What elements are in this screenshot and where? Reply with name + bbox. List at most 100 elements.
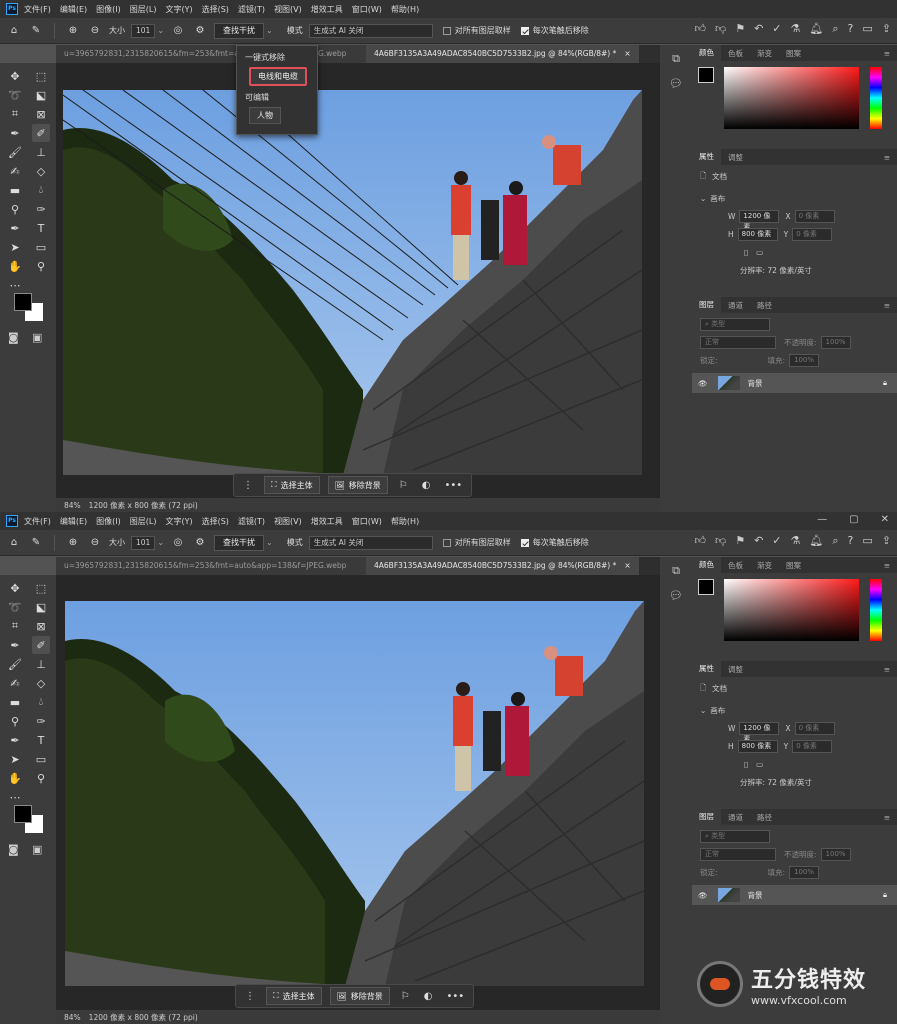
menu-plugins[interactable]: 增效工具 — [311, 4, 343, 15]
confirm-icon[interactable]: ✓ — [772, 534, 781, 548]
fg-color-chip[interactable] — [698, 579, 714, 595]
flag-icon[interactable]: ⚑ — [735, 534, 745, 548]
dodge-tool-icon[interactable]: ⚲ — [6, 200, 24, 218]
width-field[interactable]: 1200 像素 — [739, 721, 780, 743]
tab-color[interactable]: 颜色 — [692, 45, 721, 61]
pressure-icon[interactable]: ◎ — [170, 535, 186, 551]
stamp-tool-icon[interactable]: ⊥ — [32, 655, 50, 673]
tab-jpg[interactable]: 4A6BF3135A3A49ADAC8540BC5D7533B2.jpg @ 8… — [366, 45, 639, 63]
x-field[interactable]: 0 像素 — [794, 721, 835, 735]
find-distractions-button[interactable]: 查找干扰 — [214, 534, 265, 551]
object-select-icon[interactable]: ⬕ — [32, 598, 50, 616]
help-icon[interactable]: ? — [848, 534, 854, 548]
layer-kind-filter[interactable]: ⌕ 类型 — [700, 317, 770, 331]
undo-icon[interactable]: ↶ — [754, 534, 763, 548]
gear-icon[interactable]: ⚙ — [192, 23, 208, 39]
height-field[interactable]: 800 像素 — [737, 227, 778, 241]
thumbs-down-icon[interactable]: 👎︎ — [715, 534, 726, 548]
panel-menu-icon[interactable]: ≡ — [877, 153, 897, 162]
gradient-tool-icon[interactable]: ▬ — [6, 181, 24, 199]
select-subject-button[interactable]: ⛶ 选择主体 — [266, 987, 322, 1005]
drag-handle-icon[interactable]: ⋮ — [242, 991, 258, 1002]
remove-tool-icon[interactable]: ✎ — [28, 23, 44, 39]
blend-mode-select[interactable]: 正常 — [700, 335, 776, 349]
quick-mask-icon[interactable]: ◙ — [8, 331, 19, 344]
blend-mode-select[interactable]: 正常 — [700, 847, 776, 861]
undo-icon[interactable]: ↶ — [754, 22, 763, 36]
flask-icon[interactable]: ⚗ — [791, 534, 801, 548]
chevron-down-icon[interactable]: ⌄ — [157, 22, 164, 40]
comments-icon[interactable]: 💬︎ — [666, 73, 686, 93]
remove-tool-icon[interactable]: ✐ — [32, 636, 50, 654]
home-icon[interactable]: ⌂ — [6, 535, 22, 551]
sample-all-checkbox[interactable] — [442, 26, 451, 35]
width-field[interactable]: 1200 像素 — [739, 209, 780, 231]
tab-layers[interactable]: 图层 — [692, 809, 721, 825]
layer-row-background[interactable]: 👁︎ 背景 🔒︎ — [692, 373, 897, 393]
remove-background-button[interactable]: 🖼︎ 移除背景 — [329, 987, 390, 1005]
menu-filter[interactable]: 滤镜(T) — [238, 516, 265, 527]
chevron-down-icon[interactable]: ⌄ — [266, 534, 273, 552]
x-field[interactable]: 0 像素 — [794, 209, 835, 223]
zoom-level[interactable]: 84% — [64, 1013, 81, 1022]
tab-swatches[interactable]: 色板 — [721, 48, 750, 59]
brush-tool-icon[interactable]: 🖌︎ — [6, 655, 24, 673]
thumbs-up-icon[interactable]: 👍︎ — [695, 22, 707, 36]
zoom-tool-icon[interactable]: ⚲ — [32, 257, 50, 275]
menu-image[interactable]: 图像(I) — [96, 4, 121, 15]
workspace-icon[interactable]: ▭ — [862, 534, 872, 548]
eyedropper-icon[interactable]: ✒ — [6, 124, 24, 142]
menu-view[interactable]: 视图(V) — [274, 516, 302, 527]
hand-tool-icon[interactable]: ✋ — [6, 257, 24, 275]
bell-icon[interactable]: 🔔︎ — [809, 22, 823, 36]
menu-file[interactable]: 文件(F) — [24, 516, 51, 527]
y-field[interactable]: 0 像素 — [792, 227, 833, 241]
close-icon[interactable]: ✕ — [881, 514, 889, 525]
pressure-icon[interactable]: ◎ — [170, 23, 186, 39]
path-select-icon[interactable]: ➤ — [6, 750, 24, 768]
flask-icon[interactable]: ⚗ — [791, 22, 801, 36]
portrait-icon[interactable]: ▯ — [744, 248, 748, 257]
blur-tool-icon[interactable]: 💧︎ — [32, 181, 50, 199]
foreground-color-swatch[interactable] — [14, 805, 32, 823]
screen-mode-icon[interactable]: ▣ — [32, 843, 42, 856]
shape-tool-icon[interactable]: ▭ — [32, 238, 50, 256]
lasso-tool-icon[interactable]: ➰ — [6, 86, 24, 104]
frame-tool-icon[interactable]: ⊠ — [32, 617, 50, 635]
menu-help[interactable]: 帮助(H) — [391, 4, 419, 15]
eye-icon[interactable]: 👁︎ — [698, 891, 708, 900]
search-icon[interactable]: ⌕ — [832, 534, 838, 548]
add-mode-icon[interactable]: ⊕ — [65, 535, 81, 551]
menu-image[interactable]: 图像(I) — [96, 516, 121, 527]
confirm-icon[interactable]: ✓ — [772, 22, 781, 36]
menu-filter[interactable]: 滤镜(T) — [238, 4, 265, 15]
saturation-field[interactable] — [724, 579, 859, 641]
menu-file[interactable]: 文件(F) — [24, 4, 51, 15]
type-tool-icon[interactable]: T — [32, 219, 50, 237]
hue-slider[interactable] — [870, 579, 882, 641]
eyedropper-icon[interactable]: ✒ — [6, 636, 24, 654]
more-options-icon[interactable]: ••• — [441, 480, 465, 491]
y-field[interactable]: 0 像素 — [792, 739, 833, 753]
pin-icon[interactable]: ⚐ — [398, 991, 413, 1002]
panel-menu-icon[interactable]: ≡ — [877, 813, 897, 822]
eraser-tool-icon[interactable]: ◇ — [32, 674, 50, 692]
landscape-icon[interactable]: ▭ — [756, 248, 763, 257]
tab-gradients[interactable]: 渐变 — [750, 560, 779, 571]
tab-swatches[interactable]: 色板 — [721, 560, 750, 571]
chevron-down-icon[interactable]: ⌄ — [700, 706, 706, 715]
select-subject-button[interactable]: ⛶ 选择主体 — [264, 476, 320, 494]
drag-handle-icon[interactable]: ⋮ — [240, 480, 256, 491]
contrast-icon[interactable]: ◐ — [421, 991, 436, 1002]
tab-webp[interactable]: u=3965792831,2315820615&fm=253&fmt=auto&… — [56, 557, 366, 575]
gear-icon[interactable]: ⚙ — [192, 535, 208, 551]
menu-window[interactable]: 窗口(W) — [352, 4, 382, 15]
frame-tool-icon[interactable]: ⊠ — [32, 105, 50, 123]
wires-cables-option[interactable]: 电线和电缆 — [249, 67, 307, 86]
menu-select[interactable]: 选择(S) — [202, 516, 229, 527]
menu-view[interactable]: 视图(V) — [274, 4, 302, 15]
panel-menu-icon[interactable]: ≡ — [877, 665, 897, 674]
chevron-down-icon[interactable]: ⌄ — [157, 534, 164, 552]
menu-edit[interactable]: 编辑(E) — [60, 516, 87, 527]
hand-tool-icon[interactable]: ✋ — [6, 769, 24, 787]
